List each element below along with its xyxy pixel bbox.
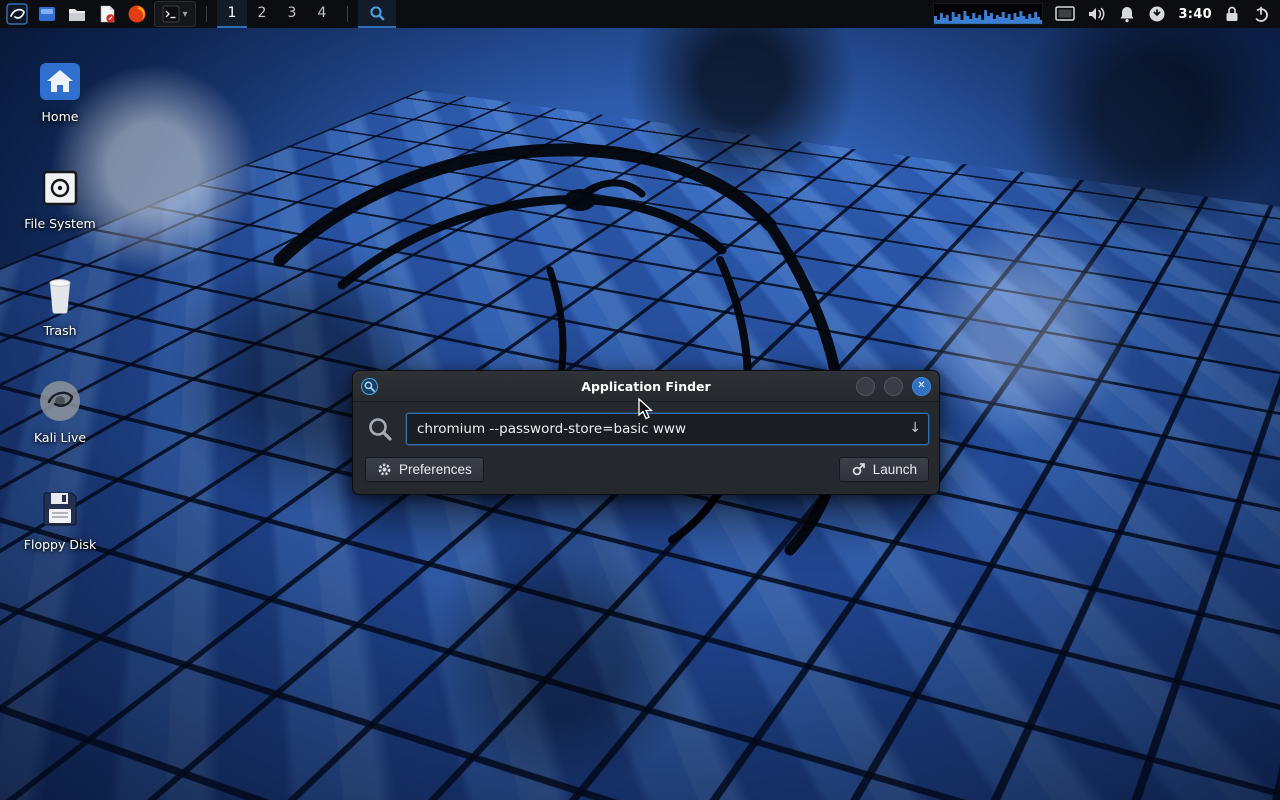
preferences-label: Preferences — [399, 462, 472, 477]
search-icon — [368, 4, 386, 22]
workspace-4[interactable]: 4 — [307, 0, 337, 28]
workspace-switcher: 1 2 3 4 — [217, 0, 337, 28]
titlebar-buttons: ✕ — [847, 377, 931, 396]
workspace-3[interactable]: 3 — [277, 0, 307, 28]
command-entry: ↓ — [406, 413, 929, 445]
search-icon-large — [365, 414, 395, 444]
desktop-icon-file-system[interactable]: File System — [10, 162, 110, 231]
desktop-icon-home[interactable]: Home — [10, 55, 110, 124]
panel-separator-2 — [347, 6, 348, 22]
workspace-1[interactable]: 1 — [217, 0, 247, 28]
updates-icon[interactable] — [1148, 5, 1166, 23]
preferences-button[interactable]: Preferences — [365, 457, 484, 482]
gear-icon — [377, 462, 392, 477]
chevron-down-icon: ▾ — [182, 9, 187, 20]
kali-dragon-logo — [250, 110, 890, 580]
launch-icon — [851, 462, 866, 477]
desktop-icon-label: Floppy Disk — [10, 537, 110, 552]
desktop-icon-label: File System — [10, 216, 110, 231]
launch-label: Launch — [873, 462, 917, 477]
desktop-icon-floppy-disk[interactable]: Floppy Disk — [10, 483, 110, 552]
close-icon: ✕ — [917, 381, 925, 391]
floppy-icon — [10, 483, 110, 531]
desktop-icon-label: Kali Live — [10, 430, 110, 445]
application-finder-window: Application Finder ✕ ↓ — [352, 370, 940, 495]
drive-icon — [10, 162, 110, 210]
desktop-icon-label: Trash — [10, 323, 110, 338]
kali-menu-icon[interactable] — [4, 1, 30, 27]
cd-disc-icon — [10, 376, 110, 424]
close-button[interactable]: ✕ — [912, 377, 931, 396]
panel-launchers: ▾ — [0, 1, 196, 27]
text-editor-icon[interactable] — [94, 1, 120, 27]
maximize-button[interactable] — [884, 377, 903, 396]
desktop-icon-kali-live[interactable]: Kali Live — [10, 376, 110, 445]
display-icon[interactable] — [1055, 5, 1075, 23]
power-icon[interactable] — [1252, 5, 1270, 23]
finder-body: ↓ Preferences Launch — [353, 402, 939, 494]
notifications-bell-icon[interactable] — [1118, 5, 1136, 23]
dropdown-arrow-icon[interactable]: ↓ — [909, 420, 921, 436]
lock-icon[interactable] — [1224, 5, 1240, 23]
window-manager-icon[interactable] — [34, 1, 60, 27]
system-tray: 3:40 — [933, 3, 1280, 25]
clock[interactable]: 3:40 — [1178, 7, 1212, 22]
terminal-icon — [162, 5, 180, 23]
trash-icon — [10, 269, 110, 317]
workspace-2[interactable]: 2 — [247, 0, 277, 28]
top-panel: ▾ 1 2 3 4 — [0, 0, 1280, 28]
network-monitor-graph[interactable] — [933, 3, 1043, 25]
command-input[interactable] — [407, 421, 928, 437]
volume-icon[interactable] — [1087, 5, 1106, 23]
terminal-launcher[interactable]: ▾ — [154, 1, 196, 27]
file-manager-icon[interactable] — [64, 1, 90, 27]
window-icon-application-finder — [361, 378, 378, 395]
firefox-icon[interactable] — [124, 1, 150, 27]
desktop-icon-trash[interactable]: Trash — [10, 269, 110, 338]
minimize-button[interactable] — [856, 377, 875, 396]
desktop-icon-label: Home — [10, 109, 110, 124]
button-row: Preferences Launch — [365, 457, 929, 482]
search-row: ↓ — [365, 413, 929, 445]
titlebar[interactable]: Application Finder ✕ — [353, 371, 939, 402]
launch-button[interactable]: Launch — [839, 457, 929, 482]
taskbar-application-finder[interactable] — [358, 0, 396, 28]
home-icon — [10, 55, 110, 103]
panel-separator — [206, 6, 207, 22]
